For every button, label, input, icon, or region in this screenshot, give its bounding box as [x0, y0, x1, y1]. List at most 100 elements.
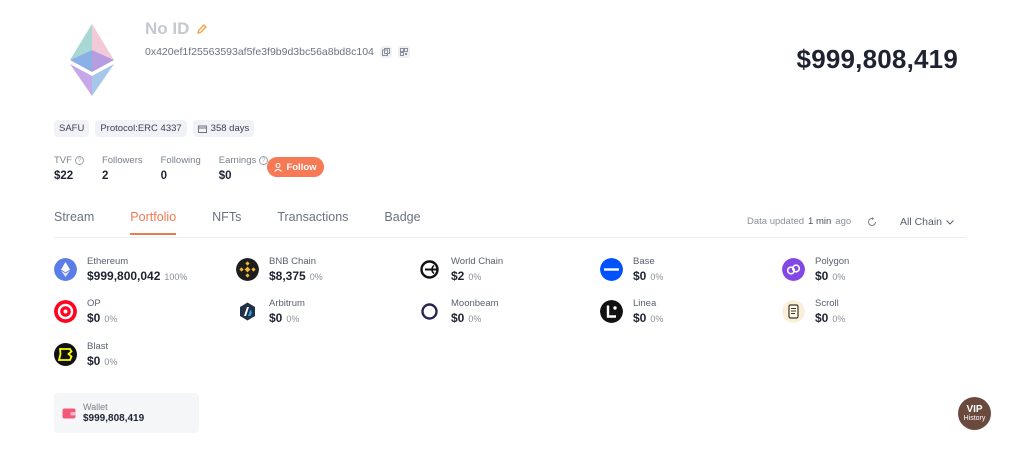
chain-name: Ethereum: [87, 256, 129, 267]
profile-name-text: No ID: [145, 19, 190, 38]
chain-item-op[interactable]: OP $0 0%: [54, 298, 234, 332]
stat-followers[interactable]: Followers 2: [102, 155, 143, 182]
chain-percent: 0%: [650, 314, 664, 324]
qr-code-icon[interactable]: [397, 46, 410, 58]
blast-icon: [54, 343, 77, 366]
chain-percent: 0%: [468, 314, 482, 324]
chain-item-arbitrum[interactable]: Arbitrum $0 0%: [236, 298, 416, 332]
wallet-label: Wallet: [83, 402, 108, 412]
chain-amount: $2: [451, 269, 465, 283]
badge-safu: SAFU: [54, 120, 90, 137]
chain-name: Moonbeam: [451, 298, 499, 309]
badge-row: SAFU Protocol:ERC 4337 358 days: [54, 120, 255, 137]
ethereum-icon: [54, 258, 77, 281]
chain-name: World Chain: [451, 256, 504, 267]
arbitrum-icon: [236, 300, 259, 323]
moonbeam-icon: [418, 300, 441, 323]
chain-percent: 100%: [164, 272, 188, 282]
history-label: History: [963, 415, 986, 422]
chain-item-linea[interactable]: Linea $0 0%: [600, 298, 780, 332]
chain-name: Linea: [633, 298, 657, 309]
chain-amount: $0: [633, 311, 647, 325]
chain-item-polygon[interactable]: Polygon $0 0%: [782, 256, 962, 290]
profile-tabs: Stream Portfolio NFTs Transactions Badge: [54, 210, 457, 235]
base-icon: [600, 258, 623, 281]
chain-name: OP: [87, 298, 101, 309]
chain-filter-dropdown[interactable]: All Chain: [900, 216, 954, 228]
world-chain-icon: [418, 258, 441, 281]
total-portfolio-value: $999,808,419: [796, 44, 958, 74]
scroll-icon: [782, 300, 805, 323]
chain-name: Blast: [87, 341, 109, 352]
stat-following[interactable]: Following 0: [161, 155, 201, 182]
vip-history-button[interactable]: VIP History: [958, 397, 991, 430]
bnb-icon: [236, 258, 259, 281]
chain-item-world-chain[interactable]: World Chain $2 0%: [418, 256, 598, 290]
profile-name: No ID: [145, 19, 208, 39]
chain-percent: 0%: [104, 314, 118, 324]
chain-amount: $0: [815, 269, 829, 283]
chain-amount: $0: [633, 269, 647, 283]
chain-amount: $0: [815, 311, 829, 325]
wallet-address: 0x420ef1f25563593af5fe3f9b9d3bc56a8bd8c1…: [145, 46, 374, 58]
copy-icon[interactable]: [379, 46, 392, 58]
tab-stream[interactable]: Stream: [54, 210, 94, 235]
linea-icon: [600, 300, 623, 323]
stat-label: TVF: [54, 155, 72, 166]
chain-percent: 0%: [104, 357, 118, 367]
refresh-icon[interactable]: [867, 216, 877, 227]
edit-icon[interactable]: [196, 23, 208, 35]
chain-amount: $0: [87, 311, 101, 325]
chain-name: Polygon: [815, 256, 850, 267]
ethereum-logo: [70, 24, 114, 96]
polygon-icon: [782, 258, 805, 281]
badge-protocol: Protocol:ERC 4337: [95, 120, 187, 137]
chain-item-ethereum[interactable]: Ethereum $999,800,042 100%: [54, 256, 234, 290]
stat-value: $0: [218, 170, 232, 182]
stat-tvf: TVF? $22: [54, 155, 84, 182]
chain-item-bnb[interactable]: BNB Chain $8,375 0%: [236, 256, 416, 290]
wallet-icon: [62, 408, 76, 419]
op-icon: [54, 300, 77, 323]
chain-percent: 0%: [832, 314, 846, 324]
stats-row: TVF? $22 Followers 2 Following 0 Earning…: [54, 155, 286, 182]
address-row: 0x420ef1f25563593af5fe3f9b9d3bc56a8bd8c1…: [145, 46, 410, 58]
chain-amount: $0: [87, 354, 101, 368]
chain-filter-label: All Chain: [900, 216, 943, 228]
chain-amount: $0: [451, 311, 465, 325]
chain-percent: 0%: [650, 272, 664, 282]
chain-amount: $0: [269, 311, 283, 325]
chain-name: Scroll: [815, 298, 839, 309]
info-icon[interactable]: ?: [74, 156, 84, 165]
data-updated-status: Data updated 1 min ago: [747, 216, 877, 227]
chain-amount: $8,375: [269, 269, 306, 283]
chain-item-base[interactable]: Base $0 0%: [600, 256, 780, 290]
chain-name: Base: [633, 256, 655, 267]
tab-nfts[interactable]: NFTs: [212, 210, 241, 235]
chevron-down-icon: [946, 219, 954, 225]
updated-suffix: ago: [835, 216, 852, 227]
chain-percent: 0%: [286, 314, 300, 324]
chain-percent: 0%: [309, 272, 323, 282]
wallet-card[interactable]: Wallet $999,808,419: [54, 393, 199, 433]
chain-item-blast[interactable]: Blast $0 0%: [54, 341, 234, 375]
wallet-value: $999,808,419: [83, 413, 145, 424]
chain-amount: $999,800,042: [87, 269, 161, 283]
chain-item-moonbeam[interactable]: Moonbeam $0 0%: [418, 298, 598, 332]
stat-earnings: Earnings? $0: [219, 155, 269, 182]
chain-item-scroll[interactable]: Scroll $0 0%: [782, 298, 962, 332]
chain-percent: 0%: [832, 272, 846, 282]
stat-value: 2: [101, 170, 109, 182]
badge-age-text: 358 days: [210, 123, 250, 134]
chain-percent: 0%: [468, 272, 482, 282]
tab-badge[interactable]: Badge: [384, 210, 420, 235]
stat-label: Followers: [101, 155, 143, 166]
calendar-icon: [197, 125, 207, 133]
follow-label: Follow: [286, 161, 317, 173]
stat-label: Earnings: [218, 155, 257, 166]
tabs-divider: [54, 237, 966, 238]
follow-button[interactable]: Follow: [267, 157, 324, 177]
updated-value: 1 min: [808, 216, 832, 227]
tab-transactions[interactable]: Transactions: [277, 210, 348, 235]
tab-portfolio[interactable]: Portfolio: [130, 210, 177, 235]
